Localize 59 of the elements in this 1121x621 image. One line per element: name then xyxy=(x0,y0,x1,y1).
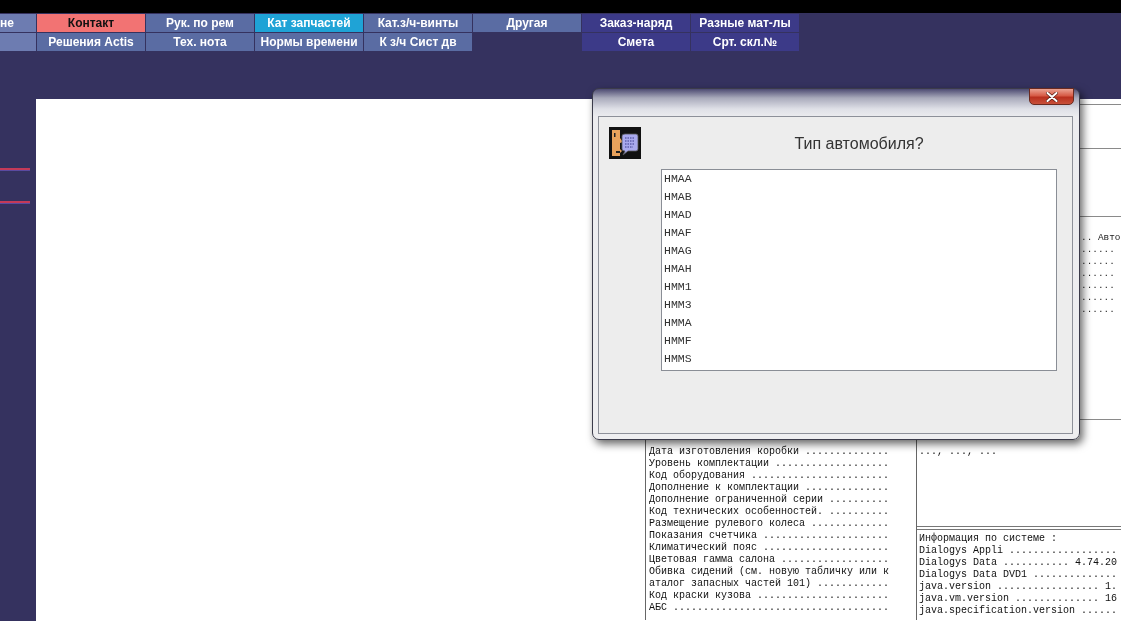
vehicle-field-line: Дополнение к комплектации .............. xyxy=(649,482,890,494)
menu-tab[interactable]: Разные мат-лы xyxy=(691,14,799,32)
vehicle-type-option[interactable]: HMMS xyxy=(663,350,1055,368)
report-line: ...... xyxy=(1081,268,1115,280)
dialog-prompt: Тип автомобиля? xyxy=(793,134,925,154)
vehicle-type-option[interactable]: HMAB xyxy=(663,188,1055,206)
vehicle-field-line: Дата изготовления коробки .............. xyxy=(649,446,890,458)
vehicle-field-line: Код оборудования ....................... xyxy=(649,470,890,482)
vehicle-field-line: Размещение рулевого колеса ............. xyxy=(649,518,890,530)
menu-tab[interactable]: Нормы времени xyxy=(255,33,363,51)
vehicle-type-list[interactable]: HMAA HMAB HMAD HMAF HMAG HMAH HMM1 HMM3 HMMA HMMF HMMS xyxy=(661,169,1057,371)
report-line: ...... xyxy=(1081,280,1115,292)
system-info-line: Dialogys Data ........... 4.74.20 xyxy=(919,557,1118,569)
vehicle-type-option[interactable]: HMMF xyxy=(663,332,1055,350)
vehicle-type-option[interactable]: HMAD xyxy=(663,206,1055,224)
vehicle-field-line: Дополнение ограниченной серии .......... xyxy=(649,494,890,506)
menu-tab[interactable]: Решения Actis xyxy=(37,33,145,51)
system-info-line: Информация по системе : xyxy=(919,533,1058,545)
vehicle-field-line: Обивка сидений (см. новую табличку или к xyxy=(649,566,890,578)
system-info-line: java.specification.version ...... xyxy=(919,605,1118,617)
report-line: ...... xyxy=(1081,244,1115,256)
vehicle-field-line: Показания счетчика ..................... xyxy=(649,530,890,542)
vehicle-type-option[interactable]: HMAF xyxy=(663,224,1055,242)
close-icon xyxy=(1045,91,1058,102)
vehicle-type-option[interactable]: HMM3 xyxy=(663,296,1055,314)
menu-tab[interactable]: Другая xyxy=(473,14,581,32)
menu-tab[interactable]: Кат.з/ч-винты xyxy=(364,14,472,32)
menu-tab[interactable]: Контакт xyxy=(37,14,145,32)
menu-tab[interactable]: Срт. скл.№ xyxy=(691,33,799,51)
vehicle-field-line: Климатический пояс ..................... xyxy=(649,542,890,554)
vehicle-field-line: Цветовая гамма салона .................. xyxy=(649,554,890,566)
vehicle-field-line: Код технических особенностей. .......... xyxy=(649,506,890,518)
vehicle-type-option[interactable]: HMAA xyxy=(663,170,1055,188)
menu-tab[interactable]: К з/ч Сист дв xyxy=(364,33,472,51)
person-speech-icon xyxy=(609,127,641,159)
vehicle-type-option[interactable]: HMAG xyxy=(663,242,1055,260)
system-info-line: Dialogys Appli .................. xyxy=(919,545,1118,557)
menu-tab[interactable]: Заказ-наряд xyxy=(582,14,690,32)
vehicle-field-line: Уровень комплектации ................... xyxy=(649,458,890,470)
report-line: .. Авто xyxy=(1081,232,1121,244)
menu-tab[interactable]: не xyxy=(0,14,36,32)
vehicle-field-line: аталог запасных частей 101) ............ xyxy=(649,578,890,590)
vehicle-type-option[interactable]: HMMA xyxy=(663,314,1055,332)
notes-line: ..., ..., ... xyxy=(919,446,997,458)
close-button[interactable] xyxy=(1029,88,1074,105)
menu-tab[interactable]: Смета xyxy=(582,33,690,51)
system-info-line: java.version ................. 1. xyxy=(919,581,1118,593)
menu-tab[interactable]: Тех. нота xyxy=(146,33,254,51)
system-info-line: Dialogys Data DVD1 .............. xyxy=(919,569,1118,581)
report-line: ...... xyxy=(1081,256,1115,268)
menu-tab[interactable]: Рук. по рем xyxy=(146,14,254,32)
vehicle-type-option[interactable]: HMM1 xyxy=(663,278,1055,296)
report-line: ...... xyxy=(1081,304,1115,316)
report-line: ...... xyxy=(1081,292,1115,304)
system-info-line: java.vm.version .............. 16 xyxy=(919,593,1118,605)
vehicle-type-option[interactable]: HMAH xyxy=(663,260,1055,278)
blank-menu-tile xyxy=(0,33,36,51)
vehicle-field-line: Код краски кузова ...................... xyxy=(649,590,890,602)
vehicle-field-line: АБС .................................... xyxy=(649,602,890,614)
